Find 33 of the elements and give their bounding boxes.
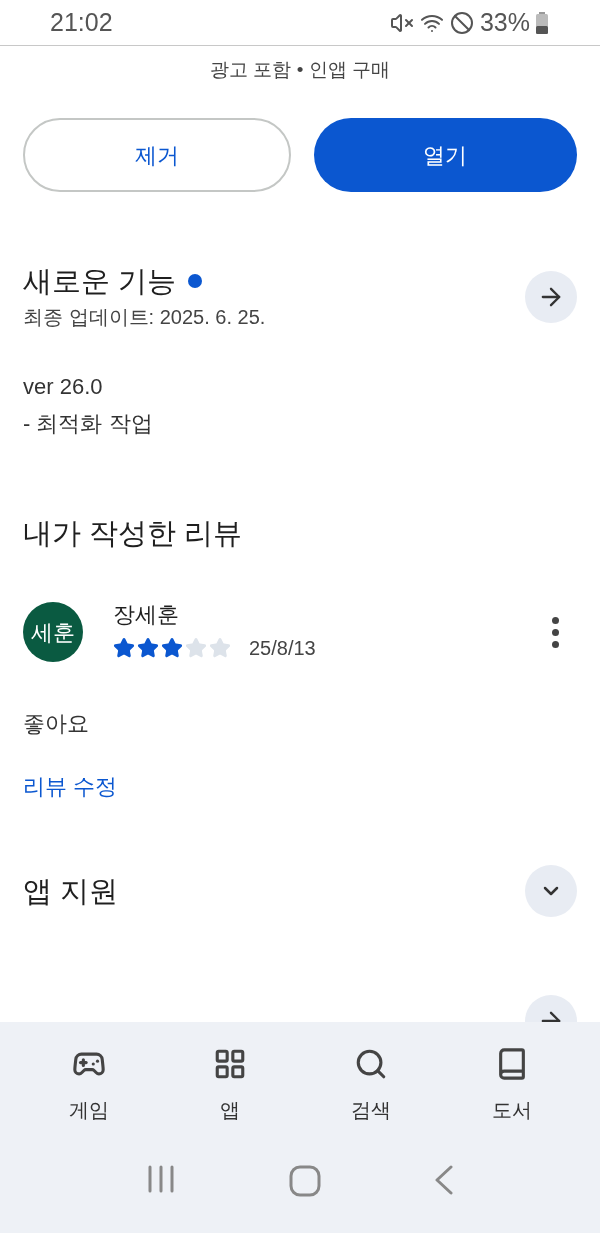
section-title: 새로운 기능: [23, 264, 177, 299]
arrow-button[interactable]: [525, 271, 577, 323]
release-note: - 최적화 작업: [23, 410, 154, 438]
section-title: 앱 지원: [23, 874, 119, 909]
review-text: 좋아요: [23, 710, 90, 738]
nav-tab[interactable]: 검색: [325, 1047, 416, 1125]
star-icon: [113, 637, 135, 659]
app-meta: 광고 포함 • 인앱 구매: [209, 58, 391, 82]
open-button[interactable]: 열기: [313, 118, 577, 192]
uninstall-button[interactable]: 제거: [23, 118, 291, 192]
recents-icon[interactable]: [146, 1165, 177, 1193]
expand-button[interactable]: [525, 865, 577, 917]
edit-review-link[interactable]: 리뷰 수정: [23, 772, 118, 802]
nav-tab[interactable]: 앱: [184, 1047, 275, 1125]
update-date: 최종 업데이트: 2025. 6. 25.: [23, 305, 266, 330]
nav-tab[interactable]: 도서: [466, 1047, 557, 1125]
review-author: 장세훈: [113, 601, 180, 629]
home-icon[interactable]: [289, 1165, 321, 1197]
battery-percent: 33%: [479, 6, 530, 38]
avatar: 세훈: [23, 602, 83, 662]
star-icon: [137, 637, 159, 659]
section-title: 내가 작성한 리뷰: [23, 516, 244, 551]
nav-tab[interactable]: 게임: [43, 1047, 134, 1125]
more-icon[interactable]: [552, 616, 559, 648]
block-icon: [449, 10, 474, 35]
star-icon: [209, 637, 231, 659]
release-note: ver 26.0: [23, 373, 104, 401]
status-time: 21:02: [50, 6, 113, 38]
star-icon: [185, 637, 207, 659]
review-date: 25/8/13: [249, 636, 316, 661]
back-icon[interactable]: [433, 1165, 454, 1195]
star-icon: [161, 637, 183, 659]
battery-icon: [536, 11, 548, 34]
